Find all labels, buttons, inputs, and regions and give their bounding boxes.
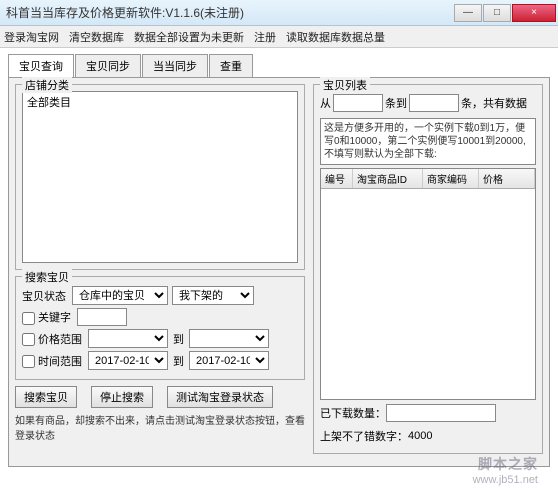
stop-button[interactable]: 停止搜索 bbox=[91, 386, 153, 408]
item-list-title: 宝贝列表 bbox=[320, 77, 370, 93]
category-listbox[interactable]: 全部类目 bbox=[22, 91, 298, 263]
col-sku: 商家编码 bbox=[423, 169, 479, 188]
item-list-group: 宝贝列表 从 条到 条，共有数据 这是方便多开用的，一个实例下载0到1万，便写0… bbox=[313, 84, 543, 454]
item-table[interactable]: 编号 淘宝商品ID 商家编码 价格 bbox=[320, 168, 536, 400]
col-no: 编号 bbox=[321, 169, 353, 188]
price-checkbox[interactable] bbox=[22, 333, 35, 346]
window-title: 科首当当库存及价格更新软件:V1.1.6(未注册) bbox=[6, 4, 453, 21]
maximize-button[interactable]: □ bbox=[483, 4, 511, 22]
tabs: 宝贝查询 宝贝同步 当当同步 查重 bbox=[8, 54, 558, 77]
to-input[interactable] bbox=[409, 94, 459, 112]
date-from[interactable]: 2017-02-10 bbox=[88, 351, 168, 370]
test-login-button[interactable]: 测试淘宝登录状态 bbox=[167, 386, 273, 408]
window-controls: — □ × bbox=[453, 4, 556, 22]
search-button[interactable]: 搜索宝贝 bbox=[15, 386, 77, 408]
price-to[interactable] bbox=[189, 329, 269, 348]
downloaded-label: 已下载数量： bbox=[320, 405, 386, 421]
to-label-1: 到 bbox=[173, 331, 184, 347]
keyword-checkbox-wrap[interactable]: 关键字 bbox=[22, 309, 71, 325]
tab-dangdang[interactable]: 当当同步 bbox=[142, 54, 208, 77]
left-panel: 店铺分类 全部类目 搜索宝贝 宝贝状态 仓库中的宝贝 我下架的 关键字 价格范围… bbox=[9, 78, 311, 466]
fail-label: 上架不了错数字： bbox=[320, 428, 408, 444]
menu-clear-db[interactable]: 清空数据库 bbox=[69, 29, 124, 45]
price-checkbox-wrap[interactable]: 价格范围 bbox=[22, 331, 82, 347]
status-label: 宝贝状态 bbox=[22, 288, 72, 304]
keyword-label: 关键字 bbox=[38, 312, 71, 324]
keyword-checkbox[interactable] bbox=[22, 312, 35, 325]
time-label: 时间范围 bbox=[38, 356, 82, 368]
total-label: 条，共有数据 bbox=[461, 95, 527, 111]
menu-login-taobao[interactable]: 登录淘宝网 bbox=[4, 29, 59, 45]
time-checkbox-wrap[interactable]: 时间范围 bbox=[22, 353, 82, 369]
close-button[interactable]: × bbox=[512, 4, 556, 22]
tab-query[interactable]: 宝贝查询 bbox=[8, 54, 74, 77]
shop-category-title: 店铺分类 bbox=[22, 77, 72, 93]
price-label: 价格范围 bbox=[38, 334, 82, 346]
tab-dedup[interactable]: 查重 bbox=[209, 54, 253, 77]
time-checkbox[interactable] bbox=[22, 355, 35, 368]
from-label: 从 bbox=[320, 95, 331, 111]
keyword-input[interactable] bbox=[77, 308, 127, 326]
downloaded-input[interactable] bbox=[386, 404, 496, 422]
search-note: 如果有商品，却搜索不出来，请点击测试淘宝登录状态按钮，查看登录状态 bbox=[15, 412, 305, 442]
col-tbid: 淘宝商品ID bbox=[353, 169, 423, 188]
right-panel: 宝贝列表 从 条到 条，共有数据 这是方便多开用的，一个实例下载0到1万，便写0… bbox=[311, 78, 549, 466]
watermark-url: www.jb51.net bbox=[473, 474, 538, 486]
shop-category-group: 店铺分类 全部类目 bbox=[15, 84, 305, 270]
menu-set-unupdated[interactable]: 数据全部设置为未更新 bbox=[134, 29, 244, 45]
tab-sync[interactable]: 宝贝同步 bbox=[75, 54, 141, 77]
price-from[interactable] bbox=[88, 329, 168, 348]
button-row: 搜索宝贝 停止搜索 测试淘宝登录状态 bbox=[15, 386, 305, 408]
hint-box: 这是方便多开用的，一个实例下载0到1万，便写0和10000，第二个实例便写100… bbox=[320, 118, 536, 165]
minimize-button[interactable]: — bbox=[454, 4, 482, 22]
fail-value: 4000 bbox=[408, 430, 432, 442]
list-item[interactable]: 全部类目 bbox=[27, 94, 293, 110]
menubar: 登录淘宝网 清空数据库 数据全部设置为未更新 注册 读取数据库数据总量 bbox=[0, 26, 558, 48]
to-label-2: 到 bbox=[173, 353, 184, 369]
status-select-2[interactable]: 我下架的 bbox=[172, 286, 254, 305]
menu-read-total[interactable]: 读取数据库数据总量 bbox=[286, 29, 385, 45]
table-header: 编号 淘宝商品ID 商家编码 价格 bbox=[321, 169, 535, 189]
from-input[interactable] bbox=[333, 94, 383, 112]
date-to[interactable]: 2017-02-10 bbox=[189, 351, 269, 370]
status-select-1[interactable]: 仓库中的宝贝 bbox=[72, 286, 168, 305]
col-price: 价格 bbox=[479, 169, 535, 188]
search-group-title: 搜索宝贝 bbox=[22, 269, 72, 285]
main-panel: 店铺分类 全部类目 搜索宝贝 宝贝状态 仓库中的宝贝 我下架的 关键字 价格范围… bbox=[8, 77, 550, 467]
menu-register[interactable]: 注册 bbox=[254, 29, 276, 45]
search-group: 搜索宝贝 宝贝状态 仓库中的宝贝 我下架的 关键字 价格范围 到 时间范围 20… bbox=[15, 276, 305, 380]
titlebar: 科首当当库存及价格更新软件:V1.1.6(未注册) — □ × bbox=[0, 0, 558, 26]
to-label: 条到 bbox=[385, 95, 407, 111]
